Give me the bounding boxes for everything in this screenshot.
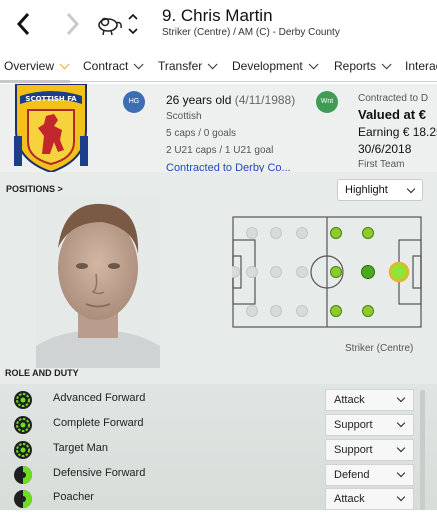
chevron-down-icon [396, 468, 406, 478]
role-row[interactable]: Advanced Forward Attack [0, 388, 414, 412]
duty-label: Attack [334, 394, 365, 406]
tab-bar: Overview Contract Transfer Development R… [0, 52, 437, 82]
player-age: 26 years old (4/11/1988) [166, 93, 295, 107]
player-name: 9. Chris Martin [162, 6, 273, 25]
role-rating-icon [14, 416, 32, 434]
duty-dropdown[interactable]: Support [325, 439, 414, 461]
position-dot-good [362, 305, 374, 317]
chevron-down-icon [207, 59, 218, 70]
homegrown-badge: HG [123, 91, 145, 113]
positions-header[interactable]: POSITIONS > [6, 184, 63, 194]
bottom-edge [0, 510, 437, 515]
active-tab-indicator [0, 80, 70, 83]
position-dot-good [330, 305, 342, 317]
role-name: Target Man [53, 442, 109, 454]
dob-text: (4/11/1988) [234, 93, 296, 107]
highlight-dropdown[interactable]: Highlight [337, 179, 423, 201]
duty-dropdown[interactable]: Support [325, 414, 414, 436]
svg-text:SCOTTISH FA: SCOTTISH FA [25, 95, 77, 103]
tab-transfer[interactable]: Transfer [158, 59, 218, 73]
role-name: Poacher [53, 491, 94, 503]
duty-dropdown[interactable]: Attack [325, 488, 414, 510]
tab-interaction[interactable]: Interac [405, 59, 437, 73]
duty-dropdown[interactable]: Defend [325, 464, 414, 486]
duty-dropdown[interactable]: Attack [325, 389, 414, 411]
player-position-club: Striker (Centre) / AM (C) - Derby County [162, 27, 340, 38]
role-rating-icon [14, 466, 32, 484]
nationality: Scottish [166, 111, 202, 122]
u21-caps: 2 U21 caps / 1 U21 goal [166, 145, 274, 156]
role-row[interactable]: Poacher Attack [0, 487, 414, 511]
role-rating-icon [14, 490, 32, 508]
tab-label: Overview [4, 59, 55, 73]
tab-label: Interac [405, 59, 437, 73]
role-name: Advanced Forward [53, 392, 146, 404]
contract-expiry: 30/6/2018 [358, 142, 412, 156]
position-dot [270, 266, 282, 278]
duty-label: Support [334, 444, 373, 456]
role-rating-icon [14, 391, 32, 409]
position-dot [232, 266, 240, 278]
top-bar: 9. Chris Martin Striker (Centre) / AM (C… [0, 0, 437, 50]
position-dot [270, 227, 282, 239]
selected-position-label: Striker (Centre) [345, 343, 414, 354]
role-row[interactable]: Target Man Support [0, 438, 414, 462]
chevron-down-icon [396, 418, 406, 428]
squad-status: First Team [358, 159, 405, 170]
chevron-down-icon [406, 184, 416, 194]
role-row[interactable]: Defensive Forward Defend [0, 463, 414, 487]
back-arrow-icon[interactable] [12, 10, 36, 38]
position-dot [246, 227, 258, 239]
position-dot [296, 305, 308, 317]
age-text: 26 years old [166, 93, 232, 107]
earning: Earning € 18.25 [358, 125, 437, 139]
role-rating-icon [14, 441, 32, 459]
role-name: Complete Forward [53, 417, 144, 429]
position-pitch [232, 216, 422, 328]
scottish-fa-crest-icon: SCOTTISH FA [14, 84, 88, 172]
position-dot-strong [361, 265, 375, 279]
tab-reports[interactable]: Reports [334, 59, 392, 73]
duty-label: Support [334, 419, 373, 431]
tab-overview[interactable]: Overview [4, 59, 70, 73]
role-duty-header: ROLE AND DUTY [5, 368, 79, 378]
highlight-label: Highlight [345, 184, 388, 196]
player-stepper-icon[interactable] [126, 10, 140, 38]
player-photo [36, 196, 160, 368]
position-dot [246, 266, 258, 278]
tab-contract[interactable]: Contract [83, 59, 144, 73]
contract-label: Contracted to D [358, 93, 429, 104]
tab-label: Reports [334, 59, 377, 73]
position-dot [296, 227, 308, 239]
chevron-down-icon [134, 59, 144, 70]
tab-label: Development [232, 59, 303, 73]
duty-label: Defend [334, 469, 370, 481]
role-row[interactable]: Complete Forward Support [0, 413, 414, 437]
tab-development[interactable]: Development [232, 59, 319, 73]
position-dot [296, 266, 308, 278]
position-dot-selected [388, 261, 410, 283]
tab-label: Transfer [158, 59, 203, 73]
chevron-down-icon [396, 443, 406, 453]
position-dot-good [330, 266, 342, 278]
chevron-down-icon [396, 393, 406, 403]
scrollbar[interactable] [420, 390, 425, 510]
duty-label: Attack [334, 493, 365, 505]
position-dot-good [362, 227, 374, 239]
role-name: Defensive Forward [53, 467, 146, 479]
wanted-badge: Wnt [316, 91, 338, 113]
chevron-down-icon [59, 59, 70, 70]
position-dot-good [330, 227, 342, 239]
forward-arrow-icon[interactable] [60, 10, 84, 38]
chevron-down-icon [381, 59, 392, 70]
valued-at: Valued at € [358, 107, 426, 122]
caps: 5 caps / 0 goals [166, 128, 237, 139]
chevron-down-icon [396, 492, 406, 502]
tab-label: Contract [83, 59, 129, 73]
position-dot [270, 305, 282, 317]
position-dot [246, 305, 258, 317]
club-ram-icon[interactable] [96, 12, 124, 36]
chevron-down-icon [308, 59, 319, 70]
